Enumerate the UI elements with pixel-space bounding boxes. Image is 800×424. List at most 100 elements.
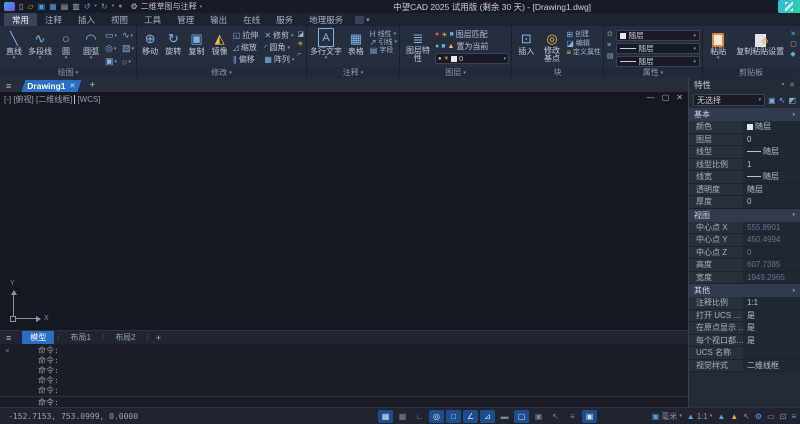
ellipse-button[interactable]: ○▾ (122, 56, 134, 67)
new-tab-icon[interactable]: + (89, 80, 95, 91)
erase-icon[interactable]: ◪ (297, 31, 304, 38)
minimize-icon[interactable]: — (647, 93, 655, 102)
insert-block-button[interactable]: ⊡ 插入 (515, 28, 538, 56)
explode-icon[interactable]: ✳ (297, 41, 304, 48)
prop-row-center-z[interactable]: 中心点 Z 0 (689, 247, 800, 260)
fillet-button[interactable]: ◜圆角▾ (264, 42, 294, 53)
undo-caret-icon[interactable]: ▾ (95, 2, 98, 11)
prop-row-linetype[interactable]: 线型 随层 (689, 146, 800, 159)
fullscreen-icon[interactable]: ⊡ (780, 412, 787, 421)
status-menu-icon[interactable]: ≡ (791, 412, 796, 421)
redo-icon[interactable]: ↻ (101, 2, 108, 11)
save-as-icon[interactable]: ▦ (49, 2, 57, 11)
pin-icon[interactable]: ▪ (782, 81, 784, 89)
section-view[interactable]: 视图▾ (689, 209, 800, 222)
prop-row-annotation-scale[interactable]: 注释比例 1:1 (689, 297, 800, 310)
match-properties-icon[interactable]: ◆ (790, 51, 797, 58)
layer-dropdown[interactable]: ● ☀ 0 ▾ (435, 53, 509, 64)
plot-icon[interactable]: ▤ (61, 2, 69, 11)
lineweight-dropdown[interactable]: 随层 ▾ (616, 56, 700, 67)
tab-layout1[interactable]: 布局1 (63, 331, 99, 344)
drawing-canvas[interactable]: [-] [俯视] [二维线框] [WCS] — ▢ ✕ Y X (0, 92, 688, 330)
object-snap-toggle[interactable]: □ (446, 410, 461, 423)
edit-base-point-button[interactable]: ◎ 修改基点 (541, 28, 564, 63)
tab-view[interactable]: 视图 (103, 13, 136, 26)
open-icon[interactable]: ▱ (27, 2, 33, 11)
annotation-scale-dropdown[interactable]: ▲ 1:1 ▾ (687, 412, 713, 421)
dim-linear-button[interactable]: H线性▾ (370, 31, 397, 38)
prop-row-layer[interactable]: 图层 0 (689, 134, 800, 147)
move-button[interactable]: ⊕ 移动 (140, 28, 160, 56)
quick-properties-toggle[interactable]: ↖ (548, 410, 563, 423)
panel-label-modify[interactable]: 修改▾ (137, 67, 306, 78)
lineweight-display-toggle[interactable]: ▬ (497, 410, 512, 423)
grid-display-toggle[interactable]: ▦ (378, 410, 393, 423)
panel-label-clipboard[interactable]: 剪贴板 (703, 67, 799, 78)
mirror-button[interactable]: ◭ 镜像 (210, 28, 230, 56)
close-icon[interactable]: ✕ (676, 93, 683, 102)
selection-cycling-toggle[interactable]: ▣ (531, 410, 546, 423)
trim-button[interactable]: ✕修剪▾ (264, 30, 294, 41)
prop-row-ucs-on[interactable]: 打开 UCS … 是 (689, 310, 800, 323)
undo-icon[interactable]: ↺ (84, 2, 91, 11)
settings-gear-icon[interactable]: ⚙ (755, 412, 762, 421)
auto-scale-icon[interactable]: ▲ (730, 412, 738, 421)
ortho-mode-toggle[interactable]: ∟ (412, 410, 427, 423)
prop-row-linetype-scale[interactable]: 线型比例 1 (689, 159, 800, 172)
paste-button[interactable]: 粘贴 ▾ (706, 28, 730, 61)
command-history[interactable]: ✕ 命令: 命令: 命令: 命令: 命令: (0, 344, 688, 396)
leader-button[interactable]: ↗引线▾ (370, 39, 397, 46)
prop-row-transparency[interactable]: 透明度 随层 (689, 184, 800, 197)
stretch-button[interactable]: ◱拉伸 (233, 30, 259, 41)
close-palette-icon[interactable]: ✕ (789, 81, 795, 89)
ribbon-options[interactable]: ▾ (355, 13, 370, 26)
tab-home[interactable]: 常用 (4, 13, 37, 26)
close-tab-icon[interactable]: ✕ (70, 82, 76, 90)
close-command-icon[interactable]: ✕ (5, 346, 10, 356)
doc-menu-icon[interactable]: ≡ (6, 81, 11, 91)
revcloud-button[interactable]: ∿▾ (122, 30, 134, 41)
donut-button[interactable]: ◎▾ (105, 43, 117, 54)
rectangle-button[interactable]: ▭▾ (105, 30, 117, 41)
unit-dropdown[interactable]: ▣ 毫米 ▾ (652, 411, 682, 422)
new-layout-icon[interactable]: + (152, 333, 165, 343)
preview-icon[interactable]: ▥ (72, 2, 80, 11)
tab-services[interactable]: 服务 (268, 13, 301, 26)
table-button[interactable]: ▦ 表格 (345, 28, 367, 56)
mtext-button[interactable]: A 多行文字 ▾ (310, 28, 342, 61)
tab-drawing1[interactable]: Drawing1 ✕ (21, 80, 81, 92)
clean-screen-icon[interactable]: ▭ (767, 412, 775, 421)
prop-row-thickness[interactable]: 厚度 0 (689, 196, 800, 209)
copy-clip-icon[interactable]: ▢ (790, 41, 797, 48)
offset-button[interactable]: ∥偏移 (233, 54, 259, 65)
transparency-toggle[interactable]: ▢ (514, 410, 529, 423)
prop-row-center-y[interactable]: 中心点 Y 450.4994 (689, 234, 800, 247)
layer-match-button[interactable]: ● ☀ ■ 图层匹配 (435, 29, 509, 40)
polyline-button[interactable]: ∿ 多段线 ▾ (28, 28, 52, 61)
tab-tools[interactable]: 工具 (136, 13, 169, 26)
redo-caret-icon[interactable]: ▾ (112, 2, 115, 11)
create-block-button[interactable]: ⊞创建 (566, 31, 601, 38)
workspace-switcher[interactable]: ⚙ 二维草图与注释 ▾ (126, 1, 206, 12)
restore-icon[interactable]: ▢ (662, 93, 670, 102)
edit-block-button[interactable]: ◪编辑 (566, 40, 601, 47)
linetype-dropdown[interactable]: 随层 ▾ (616, 43, 700, 54)
snap-mode-toggle[interactable]: ▦ (395, 410, 410, 423)
join-icon[interactable]: ⌐ (297, 51, 304, 58)
tab-geo-services[interactable]: 地理服务 (301, 13, 351, 26)
prop-row-ucs-origin[interactable]: 在原点显示 … 是 (689, 322, 800, 335)
tab-output[interactable]: 输出 (202, 13, 235, 26)
cut-icon[interactable]: ✕ (790, 31, 797, 38)
tab-model[interactable]: 模型 (22, 331, 54, 344)
line-button[interactable]: ╲ 直线 ▾ (3, 28, 25, 61)
prop-row-lineweight[interactable]: 线宽 随层 (689, 171, 800, 184)
circle-button[interactable]: ○ 圆 ▾ (55, 28, 77, 61)
arc-button[interactable]: ◠ 圆弧 ▾ (80, 28, 102, 61)
annotation-visibility-icon[interactable]: ▲ (717, 412, 725, 421)
hatch-button[interactable]: ▨▾ (122, 43, 134, 54)
copy-paste-settings-button[interactable]: 复制粘贴设置 (736, 28, 784, 56)
region-button[interactable]: ▣▾ (105, 56, 117, 67)
section-other[interactable]: 其他▾ (689, 284, 800, 297)
copy-button[interactable]: ▣ 复制 (186, 28, 206, 56)
prop-row-height[interactable]: 高度 607.7385 (689, 259, 800, 272)
